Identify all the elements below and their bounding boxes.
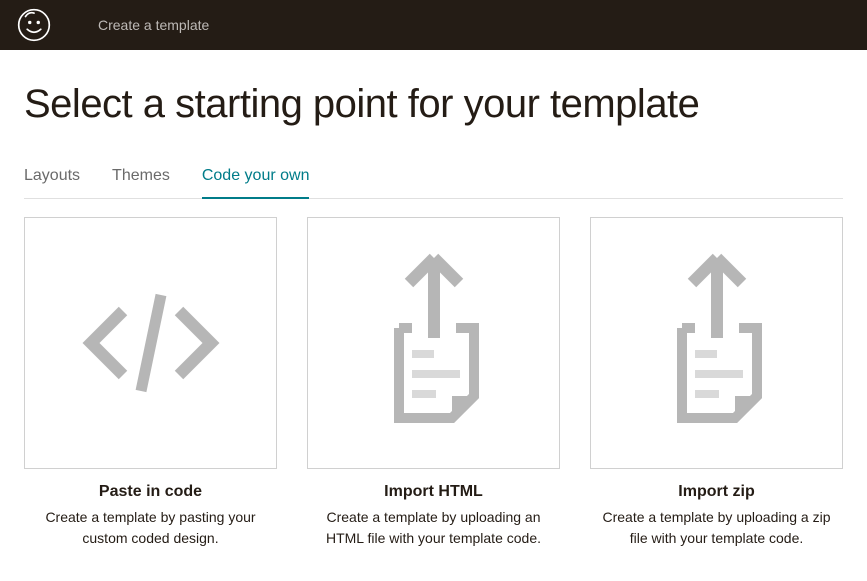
tab-layouts[interactable]: Layouts bbox=[24, 167, 80, 199]
card-import-zip-title: Import zip bbox=[590, 483, 843, 501]
card-paste-title: Paste in code bbox=[24, 483, 277, 501]
card-import-zip-desc: Create a template by uploading a zip fil… bbox=[590, 507, 843, 549]
card-import-html[interactable]: Import HTML Create a template by uploadi… bbox=[307, 217, 560, 549]
mailchimp-logo-icon[interactable] bbox=[16, 7, 52, 43]
card-import-html-desc: Create a template by uploading an HTML f… bbox=[307, 507, 560, 549]
code-brackets-icon bbox=[61, 253, 241, 433]
tab-themes[interactable]: Themes bbox=[112, 167, 170, 199]
card-paste-desc: Create a template by pasting your custom… bbox=[24, 507, 277, 549]
topbar: Create a template bbox=[0, 0, 867, 50]
card-import-zip[interactable]: Import zip Create a template by uploadin… bbox=[590, 217, 843, 549]
main-container: Select a starting point for your templat… bbox=[0, 50, 867, 581]
upload-file-icon bbox=[344, 238, 524, 448]
card-import-html-title: Import HTML bbox=[307, 483, 560, 501]
tabs: Layouts Themes Code your own bbox=[24, 167, 843, 199]
topbar-title: Create a template bbox=[98, 17, 209, 33]
card-import-zip-box bbox=[590, 217, 843, 469]
card-paste-in-code-box bbox=[24, 217, 277, 469]
tab-code-your-own[interactable]: Code your own bbox=[202, 167, 310, 199]
page-title: Select a starting point for your templat… bbox=[24, 82, 843, 127]
card-paste-in-code[interactable]: Paste in code Create a template by pasti… bbox=[24, 217, 277, 549]
upload-file-icon bbox=[627, 238, 807, 448]
card-import-html-box bbox=[307, 217, 560, 469]
cards-row: Paste in code Create a template by pasti… bbox=[24, 217, 843, 549]
